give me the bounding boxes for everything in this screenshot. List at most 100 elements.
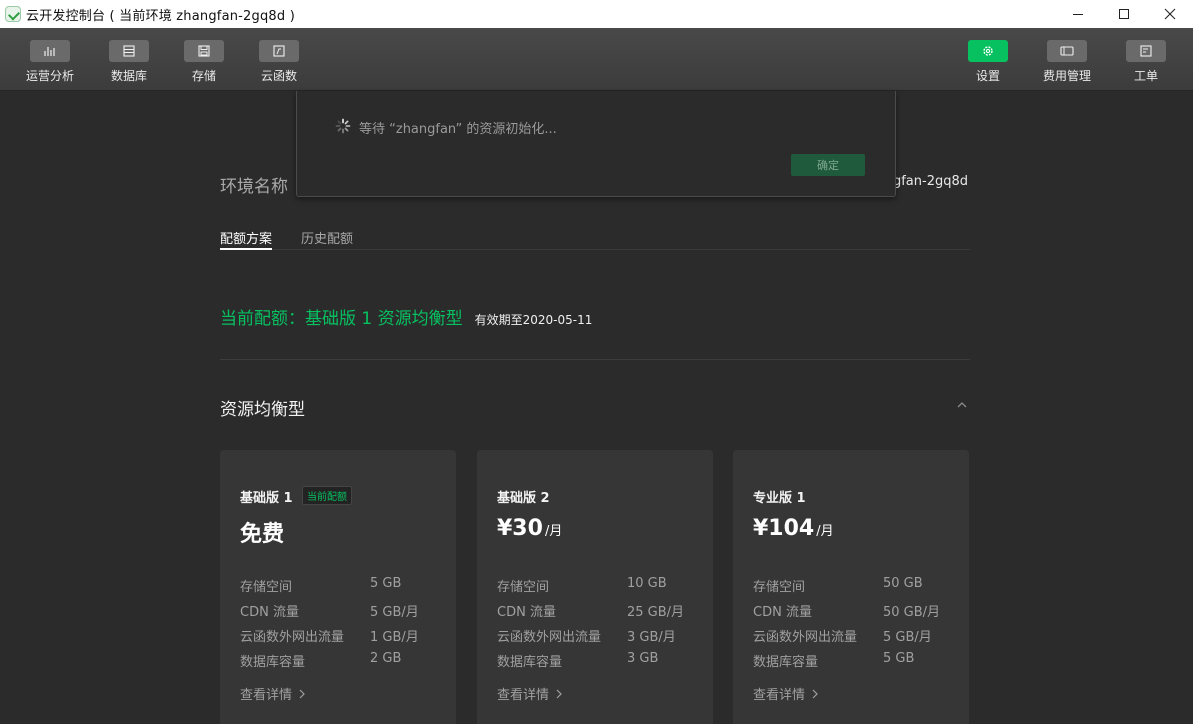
spec-key: 云函数外网出流量 [497, 630, 602, 645]
env-name-label: 环境名称 [220, 177, 288, 197]
init-wait-dialog: 等待 “zhangfan” 的资源初始化... 确定 [296, 91, 896, 197]
spec-row: 云函数外网出流量 1 GB/月 [240, 626, 440, 651]
loading-spinner-icon [335, 118, 351, 134]
plan-specs: 存储空间 50 GB CDN 流量 50 GB/月 云函数外网出流量 5 GB/月 数… [753, 576, 953, 676]
spec-key: 存储空间 [753, 580, 806, 595]
chevron-right-icon [556, 689, 562, 698]
app-logo-icon [5, 6, 21, 22]
plan-specs: 存储空间 5 GB CDN 流量 5 GB/月 云函数外网出流量 1 GB/月 数据库… [240, 576, 440, 676]
spec-value: 5 GB [370, 576, 402, 591]
spec-key: 数据库容量 [497, 655, 563, 670]
spec-value: 10 GB [627, 576, 667, 591]
view-details-label: 查看详情 [497, 688, 550, 703]
spec-value: 2 GB [370, 651, 402, 666]
price-unit: /月 [816, 524, 834, 539]
spec-value: 3 GB/月 [627, 630, 676, 645]
spec-value: 3 GB [627, 651, 659, 666]
toolbar-item-cloud-functions[interactable]: 云函数 [249, 40, 309, 84]
minimize-icon[interactable] [1055, 0, 1101, 28]
view-details-link[interactable]: 查看详情 [240, 684, 306, 703]
spec-row: 云函数外网出流量 3 GB/月 [497, 626, 697, 651]
spec-key: 存储空间 [240, 580, 293, 595]
spec-value: 5 GB/月 [883, 630, 932, 645]
toolbar-label: 工单 [1133, 69, 1158, 83]
section-divider [220, 359, 970, 360]
current-plan-badge: 当前配额 [302, 486, 352, 505]
price-amount: ¥30 [497, 516, 543, 541]
plan-card-pro-1[interactable]: 专业版 1 ¥104/月 存储空间 50 GB CDN 流量 50 GB/月 云函数… [733, 450, 969, 724]
spec-key: 云函数外网出流量 [753, 630, 858, 645]
spec-row: 存储空间 50 GB [753, 576, 953, 601]
spec-value: 25 GB/月 [627, 605, 685, 620]
current-plan-banner: 当前配额：基础版 1 资源均衡型 有效期至2020-05-11 [220, 304, 592, 329]
spec-row: 云函数外网出流量 5 GB/月 [753, 626, 953, 651]
spec-key: CDN 流量 [240, 605, 299, 620]
gear-icon [968, 40, 1008, 62]
tab-quota-plan[interactable]: 配额方案 [220, 228, 273, 250]
view-details-label: 查看详情 [240, 688, 293, 703]
toolbar-item-database[interactable]: 数据库 [99, 40, 159, 84]
plan-price: ¥104/月 [753, 516, 834, 541]
spec-value: 1 GB/月 [370, 630, 419, 645]
plan-specs: 存储空间 10 GB CDN 流量 25 GB/月 云函数外网出流量 3 GB/月 数… [497, 576, 697, 676]
spec-value: 5 GB [883, 651, 915, 666]
close-icon[interactable] [1147, 0, 1193, 28]
window-title: 云开发控制台 ( 当前环境 zhangfan-2gq8d ) [26, 8, 295, 24]
toolbar-item-billing[interactable]: 费用管理 [1037, 40, 1097, 84]
tab-quota-history[interactable]: 历史配额 [301, 228, 353, 247]
dialog-message: 等待 “zhangfan” 的资源初始化... [359, 122, 557, 137]
spec-value: 5 GB/月 [370, 605, 419, 620]
plan-name: 基础版 1 [240, 491, 293, 506]
chevron-up-icon[interactable] [955, 398, 969, 412]
spec-key: 数据库容量 [753, 655, 819, 670]
spec-key: CDN 流量 [753, 605, 812, 620]
spec-row: 数据库容量 2 GB [240, 651, 440, 676]
price-amount: ¥104 [753, 516, 815, 541]
plan-price: 免费 [240, 516, 286, 548]
spec-key: 存储空间 [497, 580, 550, 595]
toolbar-item-analytics[interactable]: 运营分析 [20, 40, 80, 84]
quota-tabs: 配额方案 历史配额 [220, 226, 970, 250]
toolbar-label: 设置 [975, 69, 1000, 83]
toolbar-label: 费用管理 [1042, 69, 1091, 83]
spec-key: CDN 流量 [497, 605, 556, 620]
toolbar-item-storage[interactable]: 存储 [174, 40, 234, 84]
window-titlebar: 云开发控制台 ( 当前环境 zhangfan-2gq8d ) [0, 0, 1193, 28]
toolbar-item-settings[interactable]: 设置 [958, 40, 1018, 84]
plan-name: 基础版 2 [497, 491, 550, 506]
spec-value: 50 GB/月 [883, 605, 941, 620]
price-amount: 免费 [240, 522, 285, 547]
price-unit: /月 [544, 524, 563, 539]
chevron-right-icon [812, 689, 818, 698]
chevron-right-icon [299, 689, 305, 698]
billing-icon [1047, 40, 1087, 62]
spec-key: 数据库容量 [240, 655, 306, 670]
view-details-link[interactable]: 查看详情 [753, 684, 819, 703]
toolbar-label: 云函数 [260, 69, 297, 83]
bar-chart-icon [30, 40, 70, 62]
storage-icon [184, 40, 224, 62]
plan-card-basic-1[interactable]: 基础版 1 当前配额 免费 存储空间 5 GB CDN 流量 5 GB/月 云函数外… [220, 450, 456, 724]
spec-row: CDN 流量 50 GB/月 [753, 601, 953, 626]
ticket-icon [1126, 40, 1166, 62]
toolbar-label: 存储 [191, 69, 216, 83]
env-name-value: ngfan-2gq8d [884, 174, 968, 189]
confirm-button[interactable]: 确定 [791, 154, 865, 176]
view-details-link[interactable]: 查看详情 [497, 684, 563, 703]
plan-name: 专业版 1 [753, 491, 806, 506]
toolbar-label: 数据库 [110, 69, 147, 83]
spec-row: CDN 流量 25 GB/月 [497, 601, 697, 626]
spec-value: 50 GB [883, 576, 923, 591]
toolbar-item-ticket[interactable]: 工单 [1116, 40, 1176, 84]
spec-key: 云函数外网出流量 [240, 630, 345, 645]
database-icon [109, 40, 149, 62]
spec-row: 数据库容量 5 GB [753, 651, 953, 676]
plan-price: ¥30/月 [497, 516, 562, 541]
view-details-label: 查看详情 [753, 688, 806, 703]
plan-card-basic-2[interactable]: 基础版 2 ¥30/月 存储空间 10 GB CDN 流量 25 GB/月 云函数外… [477, 450, 713, 724]
spec-row: 数据库容量 3 GB [497, 651, 697, 676]
plan-expiry: 有效期至2020-05-11 [474, 313, 593, 327]
maximize-icon[interactable] [1101, 0, 1147, 28]
spec-row: 存储空间 5 GB [240, 576, 440, 601]
spec-row: CDN 流量 5 GB/月 [240, 601, 440, 626]
